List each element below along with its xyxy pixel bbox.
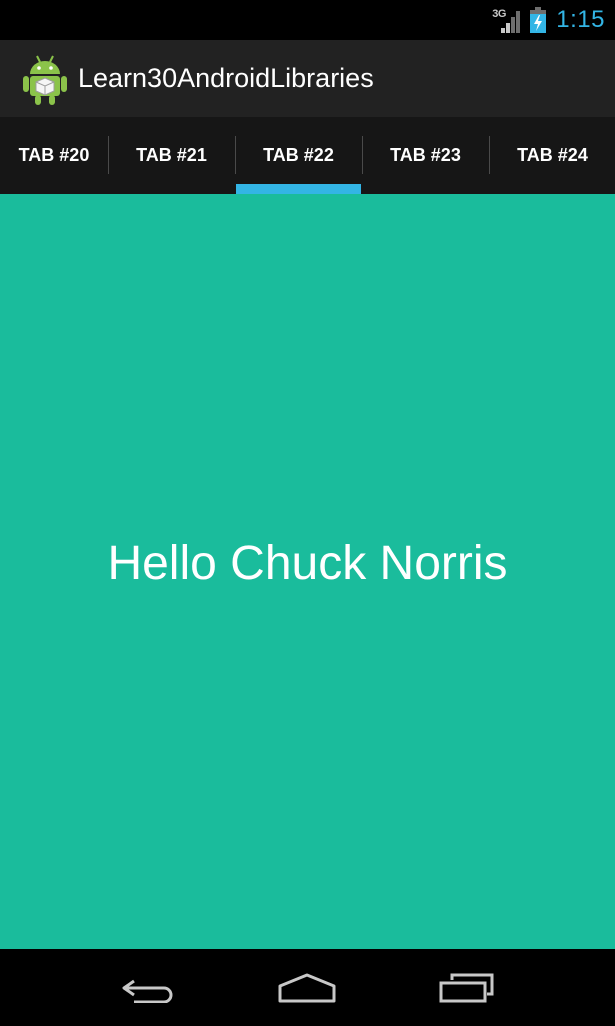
tab-label: TAB #21 — [136, 145, 207, 165]
navigation-bar — [0, 949, 615, 1026]
status-bar: 3G 1:15 — [0, 0, 615, 40]
content-pane: Hello Chuck Norris — [0, 194, 615, 949]
tab-strip: TAB #20 TAB #21 TAB #22 TAB #23 TAB #24 — [0, 117, 615, 194]
app-title: Learn30AndroidLibraries — [78, 63, 374, 93]
back-icon[interactable] — [117, 968, 181, 1008]
tab-23[interactable]: TAB #23 — [362, 117, 489, 194]
tab-divider — [235, 136, 236, 174]
tab-20[interactable]: TAB #20 — [0, 117, 108, 194]
tab-21[interactable]: TAB #21 — [108, 117, 235, 194]
signal-bars-icon: 3G — [492, 6, 522, 34]
recent-apps-icon[interactable] — [434, 968, 498, 1008]
tab-label: TAB #20 — [18, 145, 90, 165]
tab-label: TAB #23 — [390, 145, 461, 165]
tab-24[interactable]: TAB #24 — [489, 117, 615, 194]
home-icon[interactable] — [275, 968, 339, 1008]
tab-divider — [362, 136, 363, 174]
tab-divider — [489, 136, 490, 174]
action-bar: Learn30AndroidLibraries — [0, 40, 615, 117]
tab-selected-indicator — [236, 184, 361, 194]
tab-22[interactable]: TAB #22 — [235, 117, 362, 194]
tab-label: TAB #22 — [263, 145, 334, 165]
tab-divider — [108, 136, 109, 174]
battery-charging-icon — [530, 7, 547, 33]
tab-label: TAB #24 — [517, 145, 588, 165]
clock: 1:15 — [556, 6, 605, 33]
greeting-text: Hello Chuck Norris — [107, 537, 508, 590]
android-robot-icon[interactable] — [22, 52, 68, 106]
